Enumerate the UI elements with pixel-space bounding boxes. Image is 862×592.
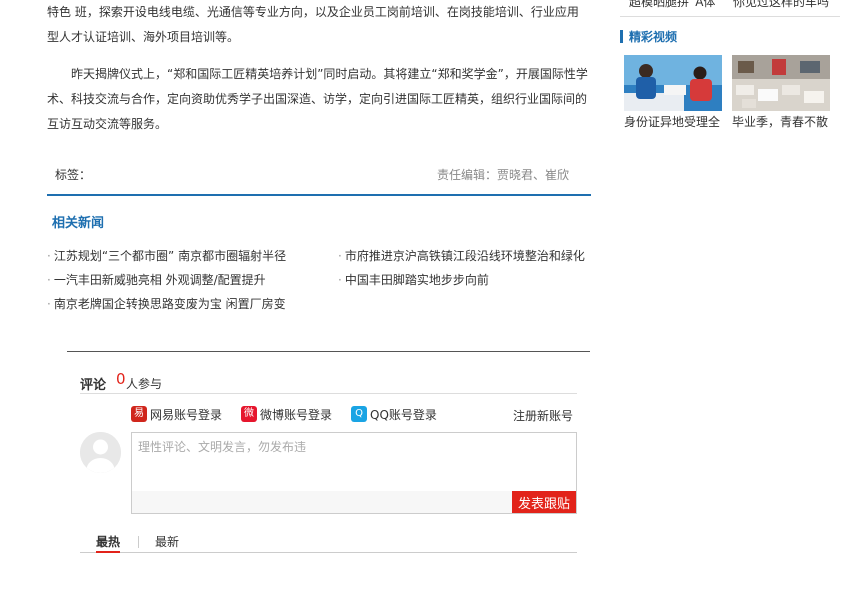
qq-login-button[interactable]: Q QQ账号登录	[351, 405, 437, 423]
related-news-list: 江苏规划“三个都市圈” 南京都市圈辐射半径 市府推进京沪高铁镇江段沿线环境整治和…	[47, 247, 607, 319]
video-caption: 身份证异地受理全	[624, 115, 721, 129]
tab-hottest[interactable]: 最热	[96, 533, 121, 553]
comment-count-label: 人参与	[126, 377, 163, 391]
video-section-title: 精彩视频	[620, 28, 677, 44]
qq-icon: Q	[351, 406, 367, 422]
tab-separator	[138, 536, 139, 548]
related-news-link[interactable]: 一汽丰田新威驰亮相 外观调整/配置提升	[47, 271, 266, 288]
comment-header: 评论 0 人参与	[80, 370, 577, 394]
article-paragraph: 昨天揭牌仪式上，“郑和国际工匠精英培养计划”同时启动。其将建立“郑和奖学金”，开…	[47, 67, 588, 131]
sidebar-top-links: 超模晒腿拼“A体” 你见过这样的车吗	[620, 0, 840, 17]
video-section-label: 精彩视频	[629, 29, 678, 44]
comment-count: 0	[116, 370, 126, 388]
section-divider	[67, 351, 590, 352]
tags-row: 标签： 责任编辑：贾晓君、崔欣	[47, 162, 591, 196]
weibo-icon: 微	[241, 406, 257, 422]
section-bar	[620, 29, 623, 43]
video-card[interactable]: 身份证异地受理全	[624, 55, 722, 130]
editor-credit: 责任编辑：贾晓君、崔欣	[436, 168, 569, 182]
comment-box: 发表跟贴	[131, 432, 577, 514]
avatar	[80, 432, 121, 473]
video-thumbnail	[732, 55, 830, 111]
tab-latest[interactable]: 最新	[155, 533, 179, 553]
related-news-link[interactable]: 中国丰田脚踏实地步步向前	[338, 271, 489, 288]
default-avatar-icon	[80, 432, 121, 473]
related-news-link[interactable]: 江苏规划“三个都市圈” 南京都市圈辐射半径	[47, 247, 286, 264]
related-news-title: 相关新闻	[52, 216, 105, 231]
submit-comment-button[interactable]: 发表跟贴	[512, 491, 576, 513]
comment-sort-tabs: 最热 最新	[80, 532, 577, 553]
weibo-login-button[interactable]: 微 微博账号登录	[241, 405, 332, 423]
comment-toolbar	[132, 491, 576, 513]
netease-login-label: 网易账号登录	[150, 407, 223, 422]
qq-login-label: QQ账号登录	[370, 407, 437, 422]
video-thumbnail	[624, 55, 722, 111]
sidebar-link[interactable]: 你见过这样的车吗	[733, 0, 829, 10]
video-card[interactable]: 毕业季，青春不散	[732, 55, 830, 130]
sidebar-link[interactable]: 超模晒腿拼“A体”	[629, 0, 722, 10]
article-paragraph: 特色 班，探索开设电线电缆、光通信等专业方向，以及企业员工岗前培训、在岗技能培训…	[47, 5, 579, 44]
weibo-login-label: 微博账号登录	[260, 407, 333, 422]
video-caption: 毕业季，青春不散	[732, 115, 829, 129]
register-link[interactable]: 注册新账号	[513, 407, 573, 424]
tags-label: 标签：	[55, 168, 92, 182]
comment-title: 评论	[80, 378, 107, 393]
related-news-link[interactable]: 市府推进京沪高铁镇江段沿线环境整治和绿化	[338, 247, 585, 264]
related-news-link[interactable]: 南京老牌国企转换思路变废为宝 闲置厂房变	[47, 295, 286, 312]
netease-icon: 易	[131, 406, 147, 422]
comment-input[interactable]	[132, 433, 576, 491]
login-options: 易 网易账号登录 微 微博账号登录 Q QQ账号登录 注册新账号	[131, 405, 577, 425]
netease-login-button[interactable]: 易 网易账号登录	[131, 405, 222, 423]
